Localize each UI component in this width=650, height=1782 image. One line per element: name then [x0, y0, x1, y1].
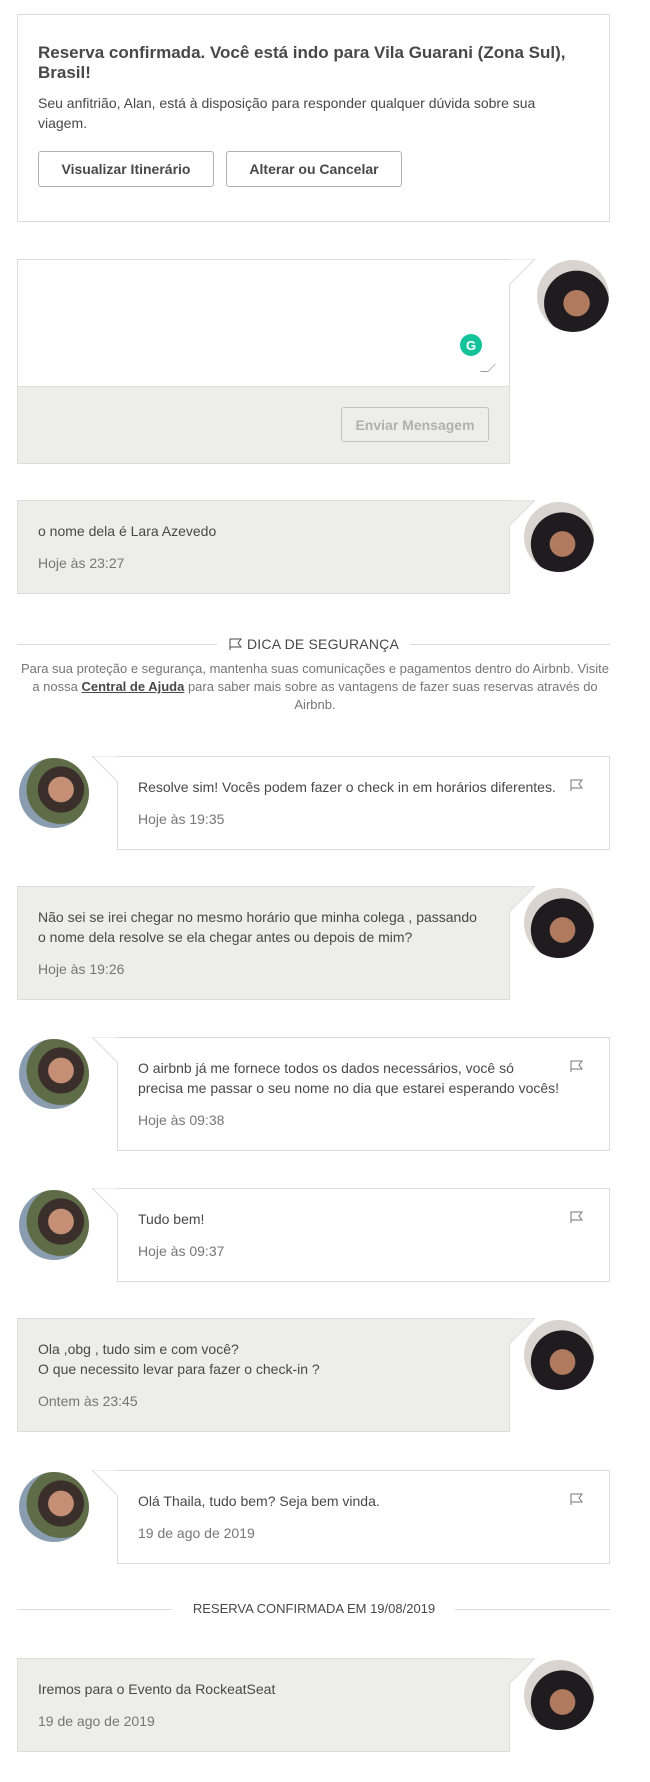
message-time: Hoje às 23:27: [38, 555, 125, 571]
avatar: [19, 1472, 89, 1542]
reservation-title: Reserva confirmada. Você está indo para …: [38, 43, 566, 82]
composer-footer: Enviar Mensagem: [17, 386, 510, 464]
safety-title: DICA DE SEGURANÇA: [247, 636, 399, 652]
safety-text: Para sua proteção e segurança, mantenha …: [20, 660, 610, 714]
bubble-tail: [92, 1470, 118, 1496]
message-bubble: Resolve sim! Vocês podem fazer o check i…: [117, 756, 610, 850]
bubble-tail: [92, 1037, 118, 1063]
safety-header: DICA DE SEGURANÇA: [222, 634, 406, 654]
message-text-line-2: precisa me passar o seu nome no dia que …: [138, 1080, 560, 1096]
message-time: Hoje às 09:37: [138, 1243, 225, 1259]
message-time: Hoje às 19:26: [38, 961, 125, 977]
message-text-line-1: Não sei se irei chegar no mesmo horário …: [38, 909, 477, 925]
flag-icon[interactable]: [570, 1493, 584, 1505]
composer-tail: [509, 259, 535, 285]
help-center-link[interactable]: Central de Ajuda: [82, 679, 185, 694]
confirmed-divider-left: [17, 1609, 172, 1610]
avatar: [524, 1320, 594, 1390]
avatar: [19, 1190, 89, 1260]
message-text-line-1: Ola ,obg , tudo sim e com você?: [38, 1341, 239, 1357]
avatar: [19, 758, 89, 828]
grammarly-icon[interactable]: G: [460, 334, 482, 356]
message-bubble: Iremos para o Evento da RockeatSeat 19 d…: [17, 1658, 510, 1752]
message-text: Olá Thaila, tudo bem? Seja bem vinda.: [138, 1493, 380, 1509]
message-text-line-2: O que necessito levar para fazer o check…: [38, 1361, 320, 1377]
message-composer[interactable]: G: [17, 259, 510, 387]
view-itinerary-button[interactable]: Visualizar Itinerário: [38, 151, 214, 187]
message-time: Hoje às 19:35: [138, 811, 225, 827]
message-text: o nome dela é Lara Azevedo: [38, 523, 217, 539]
safety-divider-right: [410, 644, 610, 645]
flag-icon[interactable]: [570, 779, 584, 791]
message-bubble: Tudo bem! Hoje às 09:37: [117, 1188, 610, 1282]
bubble-tail: [92, 1188, 118, 1214]
message-time: Hoje às 09:38: [138, 1112, 225, 1128]
message-text-line-1: O airbnb já me fornece todos os dados ne…: [138, 1060, 514, 1076]
send-message-button[interactable]: Enviar Mensagem: [341, 407, 489, 442]
avatar: [524, 502, 594, 572]
avatar: [19, 1039, 89, 1109]
message-bubble: Não sei se irei chegar no mesmo horário …: [17, 886, 510, 1000]
confirmed-divider-label: RESERVA CONFIRMADA EM 19/08/2019: [192, 1601, 436, 1616]
resize-handle[interactable]: [480, 364, 496, 372]
message-time: Ontem às 23:45: [38, 1393, 138, 1409]
message-bubble: Olá Thaila, tudo bem? Seja bem vinda. 19…: [117, 1470, 610, 1564]
flag-icon: [229, 638, 242, 650]
safety-divider-left: [17, 644, 217, 645]
message-text: Iremos para o Evento da RockeatSeat: [38, 1681, 276, 1697]
avatar: [537, 260, 609, 332]
reservation-card: Reserva confirmada. Você está indo para …: [17, 14, 610, 222]
message-bubble: O airbnb já me fornece todos os dados ne…: [117, 1037, 610, 1151]
message-text: Resolve sim! Vocês podem fazer o check i…: [138, 779, 556, 795]
flag-icon[interactable]: [570, 1211, 584, 1223]
flag-icon[interactable]: [570, 1060, 584, 1072]
avatar: [524, 1660, 594, 1730]
reservation-description: Seu anfitrião, Alan, está à disposição p…: [38, 95, 536, 131]
message-text-line-2: o nome dela resolve se ela chegar antes …: [38, 929, 413, 945]
message-bubble: Ola ,obg , tudo sim e com você? O que ne…: [17, 1318, 510, 1432]
avatar: [524, 888, 594, 958]
message-bubble: o nome dela é Lara Azevedo Hoje às 23:27: [17, 500, 510, 594]
confirmed-divider-right: [455, 1609, 610, 1610]
safety-text-after: para saber mais sobre as vantagens de fa…: [184, 679, 598, 712]
change-cancel-button[interactable]: Alterar ou Cancelar: [226, 151, 402, 187]
message-text: Tudo bem!: [138, 1211, 205, 1227]
message-time: 19 de ago de 2019: [38, 1713, 155, 1729]
message-time: 19 de ago de 2019: [138, 1525, 255, 1541]
bubble-tail: [92, 756, 118, 782]
